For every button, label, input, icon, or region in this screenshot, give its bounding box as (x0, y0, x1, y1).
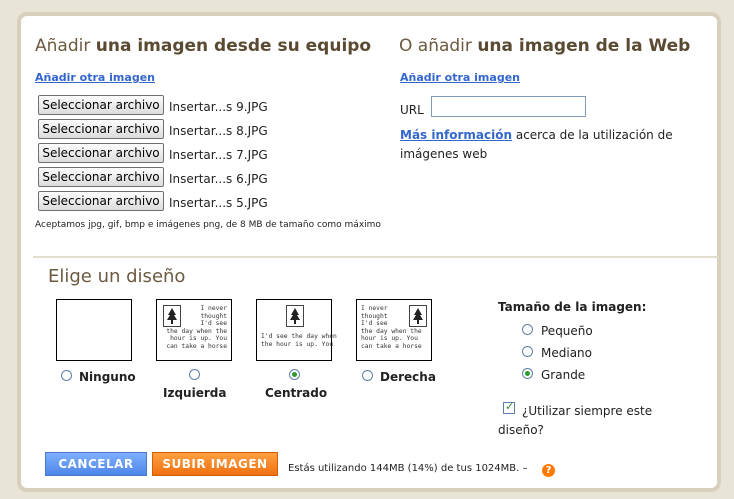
always-use-layout-label: ¿Utilizar siempre este diseño? (498, 402, 678, 440)
url-input[interactable] (431, 96, 586, 117)
image-size-title: Tamaño de la imagen: (498, 300, 647, 314)
always-use-line2: diseño? (498, 423, 544, 437)
layout-title: Elige un diseño (48, 266, 186, 287)
select-file-button-4[interactable]: Seleccionar archivo (38, 167, 164, 187)
add-another-image-link-computer[interactable]: Añadir otra imagen (35, 71, 155, 84)
layout-label-left: Izquierda (163, 386, 227, 400)
url-label: URL (400, 103, 424, 117)
tree-image-icon (286, 305, 304, 327)
size-label-small: Pequeño (541, 324, 593, 338)
more-info-text: acerca de la utilización de (515, 128, 673, 142)
layout-thumb-none[interactable] (56, 299, 132, 361)
layout-label-center: Centrado (265, 386, 328, 400)
select-file-button-3[interactable]: Seleccionar archivo (38, 143, 164, 163)
always-use-line1: ¿Utilizar siempre este (522, 404, 653, 418)
accepted-formats-note: Aceptamos jpg, gif, bmp e imágenes png, … (35, 220, 381, 230)
size-label-large: Grande (541, 368, 586, 382)
upload-image-button[interactable]: SUBIR IMAGEN (152, 452, 278, 476)
select-file-button-1[interactable]: Seleccionar archivo (38, 95, 164, 115)
add-from-web-title: O añadir una imagen de la Web (399, 36, 690, 56)
file-name-2: Insertar...s 8.JPG (169, 124, 268, 138)
file-name-3: Insertar...s 7.JPG (169, 148, 268, 162)
layout-radio-center[interactable] (289, 369, 300, 380)
layout-thumb-center[interactable]: I'd see the day when the hour is up. You (256, 299, 337, 361)
sample-text: I never thought I'd see the day when the… (166, 305, 227, 350)
sample-text: I'd see the day when the hour is up. You (261, 333, 337, 348)
title-prefix: O añadir (399, 36, 472, 56)
size-radio-large[interactable] (522, 368, 533, 379)
file-name-1: Insertar...s 9.JPG (169, 100, 268, 114)
file-name-5: Insertar...s 5.JPG (169, 196, 268, 210)
size-radio-medium[interactable] (522, 346, 533, 357)
add-another-image-link-web[interactable]: Añadir otra imagen (400, 71, 520, 84)
size-label-medium: Mediano (541, 346, 592, 360)
more-info-text-2: imágenes web (400, 147, 488, 161)
layout-thumb-right[interactable]: I never thought I'd see the day when the… (356, 299, 432, 361)
select-file-button-5[interactable]: Seleccionar archivo (38, 191, 164, 211)
title-prefix: Añadir (35, 36, 91, 56)
more-info-link[interactable]: Más información (400, 128, 512, 142)
upload-from-computer-title: Añadir una imagen desde su equipo (35, 36, 371, 56)
image-upload-dialog: Añadir una imagen desde su equipo Añadir… (17, 12, 721, 492)
layout-label-none: Ninguno (79, 370, 136, 384)
layout-radio-left[interactable] (189, 369, 200, 380)
storage-usage-text: Estás utilizando 144MB (14%) de tus 1024… (288, 463, 528, 474)
more-info-paragraph: Más información acerca de la utilización… (400, 126, 690, 164)
layout-radio-none[interactable] (61, 370, 72, 381)
select-file-button-2[interactable]: Seleccionar archivo (38, 119, 164, 139)
layout-thumb-left[interactable]: I never thought I'd see the day when the… (156, 299, 232, 361)
size-radio-small[interactable] (522, 324, 533, 335)
title-bold: una imagen de la Web (477, 36, 691, 56)
cancel-button[interactable]: CANCELAR (45, 452, 147, 476)
file-name-4: Insertar...s 6.JPG (169, 172, 268, 186)
section-divider (33, 256, 719, 258)
help-icon[interactable]: ? (542, 464, 555, 477)
layout-radio-right[interactable] (362, 370, 373, 381)
sample-text: I never thought I'd see the day when the… (361, 305, 422, 350)
title-bold: una imagen desde su equipo (95, 36, 372, 56)
layout-label-right: Derecha (380, 370, 436, 384)
